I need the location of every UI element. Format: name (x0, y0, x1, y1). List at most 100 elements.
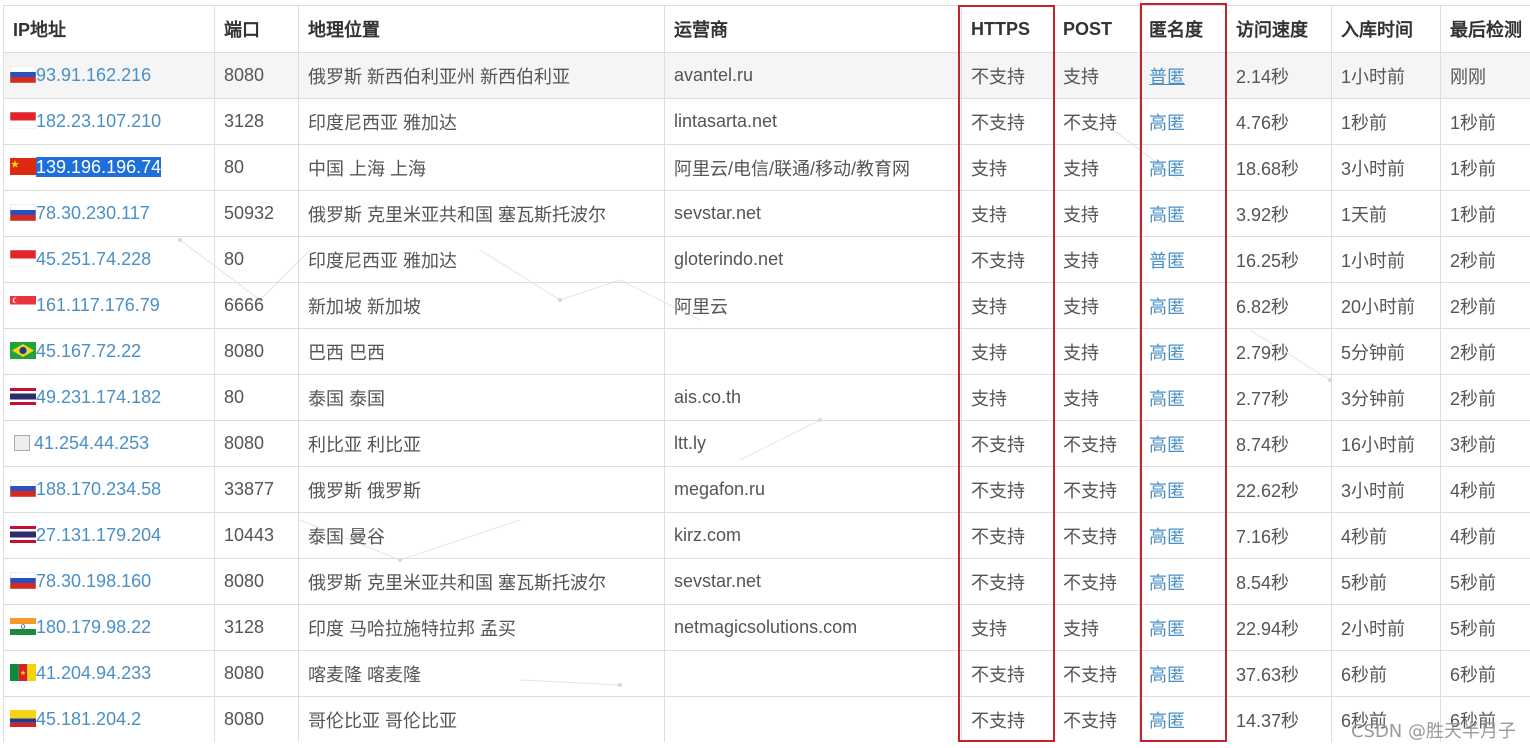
anonymity-link[interactable]: 普匿 (1149, 251, 1185, 271)
isp-link[interactable]: kirz.com (664, 512, 962, 559)
ip-cell[interactable]: 93.91.162.216 (3, 52, 215, 99)
ip-link[interactable]: 49.231.174.182 (36, 387, 161, 407)
location-link[interactable]: 中国 上海 上海 (298, 144, 665, 191)
ip-cell[interactable]: 45.167.72.22 (3, 328, 215, 375)
location-link[interactable]: 俄罗斯 克里米亚共和国 塞瓦斯托波尔 (298, 558, 665, 605)
ip-link[interactable]: 41.204.94.233 (36, 663, 151, 683)
country-flag-icon (10, 571, 36, 591)
header-ip[interactable]: IP地址 (3, 5, 215, 53)
header-anonymity[interactable]: 匿名度 (1139, 5, 1227, 53)
isp-link[interactable]: gloterindo.net (664, 236, 962, 283)
isp-link[interactable]: netmagicsolutions.com (664, 604, 962, 651)
location-link[interactable]: 泰国 曼谷 (298, 512, 665, 559)
ip-link[interactable]: 78.30.230.117 (36, 203, 150, 223)
location-link[interactable]: 利比亚 利比亚 (298, 420, 665, 467)
ip-link[interactable]: 45.181.204.2 (36, 709, 141, 729)
location-link[interactable]: 印度 马哈拉施特拉邦 孟买 (298, 604, 665, 651)
added-time-cell: 1秒前 (1331, 98, 1441, 145)
anonymity-link[interactable]: 高匿 (1149, 435, 1185, 455)
port-cell: 33877 (214, 466, 299, 513)
isp-link[interactable]: ais.co.th (664, 374, 962, 421)
header-https[interactable]: HTTPS (961, 5, 1054, 53)
anonymity-cell: 高匿 (1139, 650, 1227, 697)
ip-cell[interactable]: 180.179.98.22 (3, 604, 215, 651)
isp-link[interactable]: avantel.ru (664, 52, 962, 99)
table-row: 45.181.204.2 8080 哥伦比亚 哥伦比亚 不支持 不支持 高匿 1… (3, 696, 1530, 743)
ip-link[interactable]: 45.167.72.22 (36, 341, 141, 361)
ip-link[interactable]: 139.196.196.74 (36, 157, 162, 177)
ip-link[interactable]: 78.30.198.160 (36, 571, 151, 591)
isp-link[interactable] (664, 328, 962, 375)
https-cell: 不支持 (961, 52, 1054, 99)
anonymity-link[interactable]: 高匿 (1149, 205, 1185, 225)
location-link[interactable]: 喀麦隆 喀麦隆 (298, 650, 665, 697)
header-isp[interactable]: 运营商 (664, 5, 962, 53)
location-link[interactable]: 印度尼西亚 雅加达 (298, 236, 665, 283)
location-link[interactable]: 哥伦比亚 哥伦比亚 (298, 696, 665, 743)
isp-link[interactable]: megafon.ru (664, 466, 962, 513)
ip-cell[interactable]: 139.196.196.74 (3, 144, 215, 191)
ip-cell[interactable]: 49.231.174.182 (3, 374, 215, 421)
post-cell: 不支持 (1053, 650, 1140, 697)
table-header-row: IP地址 端口 地理位置 运营商 HTTPS POST 匿名度 访问速度 入库时… (3, 5, 1530, 53)
isp-link[interactable]: 阿里云/电信/联通/移动/教育网 (664, 144, 962, 191)
ip-cell[interactable]: 78.30.230.117 (3, 190, 215, 237)
anonymity-link[interactable]: 高匿 (1149, 113, 1185, 133)
ip-link[interactable]: 180.179.98.22 (36, 617, 151, 637)
ip-link[interactable]: 27.131.179.204 (36, 525, 161, 545)
anonymity-link[interactable]: 高匿 (1149, 297, 1185, 317)
anonymity-link[interactable]: 高匿 (1149, 665, 1185, 685)
isp-link[interactable]: 阿里云 (664, 282, 962, 329)
ip-link[interactable]: 161.117.176.79 (36, 295, 160, 315)
isp-link[interactable]: lintasarta.net (664, 98, 962, 145)
location-link[interactable]: 俄罗斯 克里米亚共和国 塞瓦斯托波尔 (298, 190, 665, 237)
location-link[interactable]: 印度尼西亚 雅加达 (298, 98, 665, 145)
speed-cell: 2.14秒 (1226, 52, 1332, 99)
ip-cell[interactable]: 45.251.74.228 (3, 236, 215, 283)
header-speed[interactable]: 访问速度 (1226, 5, 1332, 53)
anonymity-link[interactable]: 高匿 (1149, 619, 1185, 639)
anonymity-link[interactable]: 高匿 (1149, 343, 1185, 363)
ip-cell[interactable]: 182.23.107.210 (3, 98, 215, 145)
ip-link[interactable]: 41.254.44.253 (34, 433, 149, 453)
ip-cell[interactable]: 27.131.179.204 (3, 512, 215, 559)
header-last-check[interactable]: 最后检测 (1440, 5, 1530, 53)
location-link[interactable]: 泰国 泰国 (298, 374, 665, 421)
anonymity-link[interactable]: 高匿 (1149, 159, 1185, 179)
isp-link[interactable]: sevstar.net (664, 190, 962, 237)
ip-cell[interactable]: 78.30.198.160 (3, 558, 215, 605)
isp-link[interactable]: ltt.ly (664, 420, 962, 467)
ip-link[interactable]: 182.23.107.210 (36, 111, 161, 131)
ip-cell[interactable]: 45.181.204.2 (3, 696, 215, 743)
ip-link[interactable]: 45.251.74.228 (36, 249, 151, 269)
header-post[interactable]: POST (1053, 5, 1140, 53)
anonymity-link[interactable]: 高匿 (1149, 711, 1185, 731)
location-link[interactable]: 巴西 巴西 (298, 328, 665, 375)
location-link[interactable]: 俄罗斯 俄罗斯 (298, 466, 665, 513)
anonymity-link[interactable]: 高匿 (1149, 573, 1185, 593)
ip-cell[interactable]: 161.117.176.79 (3, 282, 215, 329)
https-cell: 不支持 (961, 420, 1054, 467)
ip-link[interactable]: 188.170.234.58 (36, 479, 161, 499)
header-added-time[interactable]: 入库时间 (1331, 5, 1441, 53)
anonymity-cell: 高匿 (1139, 98, 1227, 145)
ip-link[interactable]: 93.91.162.216 (36, 65, 151, 85)
anonymity-link[interactable]: 高匿 (1149, 481, 1185, 501)
isp-link[interactable] (664, 696, 962, 743)
last-check-cell: 2秒前 (1440, 236, 1530, 283)
ip-cell[interactable]: 41.204.94.233 (3, 650, 215, 697)
location-link[interactable]: 俄罗斯 新西伯利亚州 新西伯利亚 (298, 52, 665, 99)
anonymity-link[interactable]: 普匿 (1149, 67, 1185, 87)
isp-link[interactable] (664, 650, 962, 697)
anonymity-link[interactable]: 高匿 (1149, 389, 1185, 409)
table-row: 41.254.44.253 8080 利比亚 利比亚 ltt.ly 不支持 不支… (3, 420, 1530, 467)
header-location[interactable]: 地理位置 (298, 5, 665, 53)
ip-cell[interactable]: 188.170.234.58 (3, 466, 215, 513)
anonymity-link[interactable]: 高匿 (1149, 527, 1185, 547)
ip-cell[interactable]: 41.254.44.253 (3, 420, 215, 467)
anonymity-cell: 高匿 (1139, 558, 1227, 605)
header-port[interactable]: 端口 (214, 5, 299, 53)
isp-link[interactable]: sevstar.net (664, 558, 962, 605)
anonymity-cell: 普匿 (1139, 52, 1227, 99)
location-link[interactable]: 新加坡 新加坡 (298, 282, 665, 329)
